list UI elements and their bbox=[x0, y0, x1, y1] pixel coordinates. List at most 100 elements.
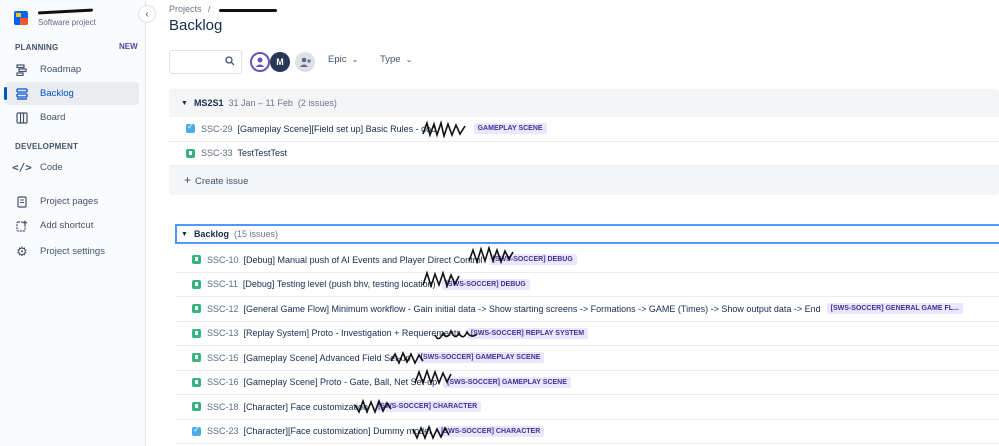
sidebar-item-roadmap[interactable]: Roadmap bbox=[6, 58, 139, 81]
search-input[interactable] bbox=[174, 51, 228, 73]
active-indicator bbox=[4, 87, 7, 100]
code-icon: </> bbox=[12, 161, 32, 174]
backlog-icon bbox=[16, 87, 28, 100]
board-icon bbox=[16, 111, 28, 124]
sidebar-item-code[interactable]: </> Code bbox=[6, 156, 139, 179]
breadcrumb-projects[interactable]: Projects bbox=[169, 4, 202, 14]
epic-badge[interactable]: GAMEPLAY SCENE bbox=[473, 123, 547, 135]
chevron-down-icon: ⌄ bbox=[351, 55, 359, 64]
chevron-left-icon[interactable]: ‹ bbox=[139, 6, 155, 22]
issue-key[interactable]: SSC-23 bbox=[207, 426, 239, 436]
issue-key[interactable]: SSC-12 bbox=[207, 304, 239, 314]
breadcrumb: Projects / bbox=[169, 4, 278, 14]
epic-badge[interactable]: [SWS-SOCCER] GAMEPLAY SCENE bbox=[443, 376, 571, 388]
search-field[interactable] bbox=[169, 50, 242, 74]
sprint-issue-list: SSC-29 [Gameplay Scene][Field set up] Ba… bbox=[169, 117, 999, 166]
story-type-icon bbox=[192, 279, 201, 289]
sprint-panel: ▼ MS2S1 31 Jan – 11 Feb (2 issues) SSC-2… bbox=[169, 89, 999, 195]
redaction-scribble bbox=[414, 367, 452, 385]
epic-filter[interactable]: Epic ⌄ bbox=[328, 54, 358, 65]
add-people-icon[interactable] bbox=[295, 52, 315, 72]
issue-row[interactable]: SSC-16 [Gameplay Scene] Proto - Gate, Ba… bbox=[175, 367, 999, 395]
breadcrumb-separator: / bbox=[208, 4, 211, 14]
sidebar-item-label: Project settings bbox=[40, 246, 105, 257]
project-name-redacted bbox=[38, 6, 93, 16]
sprint-header[interactable]: ▼ MS2S1 31 Jan – 11 Feb (2 issues) bbox=[181, 98, 342, 108]
sprint-issue-count: (2 issues) bbox=[297, 98, 337, 108]
create-issue-button[interactable]: + Create issue bbox=[184, 173, 248, 187]
new-badge: NEW bbox=[119, 42, 138, 51]
epic-badge[interactable]: [SWS-SOCCER] GENERAL GAME FL... bbox=[826, 303, 963, 315]
issue-row[interactable]: SSC-11 [Debug] Testing level (push bhv, … bbox=[175, 269, 999, 297]
backlog-header[interactable]: ▼ Backlog (15 issues) bbox=[175, 224, 999, 244]
gear-icon: ⚙ bbox=[16, 243, 28, 259]
chevron-down-icon[interactable]: ▼ bbox=[181, 231, 188, 238]
planning-section-label: PLANNING bbox=[15, 43, 59, 52]
issue-row[interactable]: SSC-18 [Character] Face customization [S… bbox=[175, 395, 999, 420]
issue-key[interactable]: SSC-16 bbox=[207, 377, 239, 387]
issue-summary: [Gameplay Scene][Field set up] Basic Rul… bbox=[237, 123, 436, 134]
task-type-icon bbox=[192, 425, 201, 436]
issue-summary: [Gameplay Scene] Proto - Gate, Ball, Net… bbox=[243, 377, 438, 388]
redaction-scribble bbox=[390, 350, 424, 366]
issue-summary: [Character][Face customization] Dummy mo… bbox=[243, 426, 432, 437]
avatar-m[interactable]: M bbox=[270, 52, 290, 72]
story-type-icon bbox=[192, 377, 201, 387]
issue-summary: [Character] Face customization bbox=[243, 401, 369, 412]
project-header[interactable]: Software project bbox=[14, 6, 96, 27]
issue-row[interactable]: SSC-10 [Debug] Manual push of AI Events … bbox=[175, 246, 999, 273]
project-logo-icon bbox=[14, 11, 28, 25]
issue-summary: TestTestTest bbox=[237, 148, 288, 159]
page-icon bbox=[16, 195, 28, 208]
issue-row[interactable]: SSC-15 [Gameplay Scene] Advanced Field S… bbox=[175, 346, 999, 371]
project-type: Software project bbox=[38, 18, 96, 27]
add-shortcut-icon bbox=[16, 220, 28, 232]
breadcrumb-project-redacted[interactable] bbox=[217, 7, 278, 13]
issue-summary: [Debug] Testing level (push bhv, testing… bbox=[242, 279, 436, 290]
issue-key[interactable]: SSC-11 bbox=[207, 279, 238, 289]
issue-key[interactable]: SSC-10 bbox=[207, 255, 239, 265]
issue-row[interactable]: SSC-29 [Gameplay Scene][Field set up] Ba… bbox=[169, 117, 999, 142]
main-content: Projects / Backlog M Epic ⌄ Type ⌄ ▼ MS2… bbox=[169, 0, 999, 446]
type-filter-label: Type bbox=[380, 54, 401, 65]
issue-key[interactable]: SSC-13 bbox=[207, 328, 239, 338]
sidebar-item-label: Project pages bbox=[40, 196, 99, 207]
chevron-down-icon[interactable]: ▼ bbox=[181, 100, 188, 107]
sidebar-item-board[interactable]: Board bbox=[6, 106, 139, 129]
issue-key[interactable]: SSC-15 bbox=[207, 353, 239, 363]
create-issue-label: Create issue bbox=[195, 176, 249, 187]
story-type-icon bbox=[192, 353, 201, 363]
sprint-name: MS2S1 bbox=[193, 98, 224, 108]
issue-summary: [Debug] Manual push of AI Events and Pla… bbox=[243, 254, 483, 265]
issue-summary: [Gameplay Scene] Advanced Field Set-up bbox=[243, 352, 411, 363]
project-sidebar: Software project PLANNING NEW Roadmap Ba… bbox=[0, 0, 146, 446]
task-type-icon bbox=[186, 122, 195, 134]
story-type-icon bbox=[192, 304, 201, 314]
story-type-icon bbox=[186, 148, 195, 158]
issue-row[interactable]: SSC-23 [Character][Face customization] D… bbox=[175, 420, 999, 444]
story-type-icon bbox=[192, 402, 201, 412]
issue-summary: [General Game Flow] Minimum workflow - G… bbox=[243, 303, 821, 314]
story-type-icon bbox=[192, 255, 201, 265]
issue-summary: [Replay System] Proto - Investigation + … bbox=[243, 328, 461, 339]
issue-key[interactable]: SSC-29 bbox=[201, 124, 233, 134]
issue-key[interactable]: SSC-18 bbox=[207, 402, 239, 412]
type-filter[interactable]: Type ⌄ bbox=[380, 54, 412, 65]
issue-row[interactable]: SSC-13 [Replay System] Proto - Investiga… bbox=[175, 322, 999, 346]
sidebar-item-add-shortcut[interactable]: Add shortcut bbox=[6, 214, 139, 237]
redaction-scribble bbox=[434, 328, 478, 339]
sidebar-item-project-pages[interactable]: Project pages bbox=[6, 190, 139, 213]
issue-key[interactable]: SSC-33 bbox=[201, 148, 233, 158]
backlog-issue-list: SSC-10 [Debug] Manual push of AI Events … bbox=[175, 246, 999, 444]
sprint-dates: 31 Jan – 11 Feb bbox=[228, 98, 293, 108]
user-avatar-icon[interactable] bbox=[250, 52, 270, 72]
sidebar-item-project-settings[interactable]: ⚙ Project settings bbox=[6, 240, 139, 263]
sidebar-item-label: Roadmap bbox=[40, 64, 82, 75]
development-section-label: DEVELOPMENT bbox=[15, 142, 79, 151]
epic-badge[interactable]: [SWS-SOCCER] REPLAY SYSTEM bbox=[466, 327, 589, 339]
backlog-name: Backlog bbox=[193, 229, 229, 239]
issue-row[interactable]: SSC-12 [General Game Flow] Minimum workf… bbox=[175, 297, 999, 322]
redaction-scribble bbox=[354, 398, 392, 415]
issue-row[interactable]: SSC-33 TestTestTest bbox=[169, 142, 999, 166]
sidebar-item-backlog[interactable]: Backlog bbox=[6, 82, 139, 105]
